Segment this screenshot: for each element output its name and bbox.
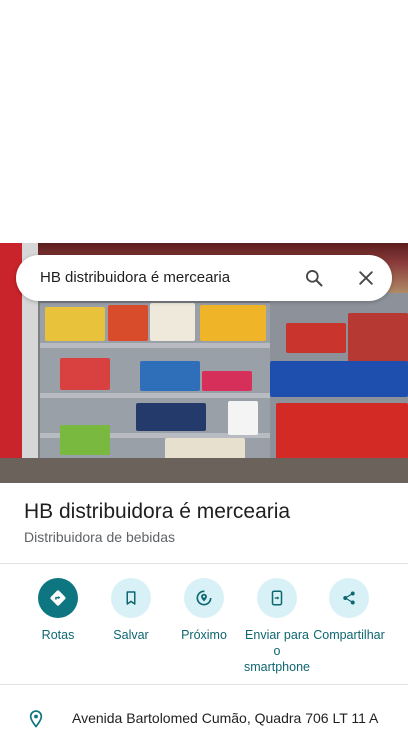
place-category[interactable]: Distribuidora de bebidas [24,529,175,545]
photo-product [60,358,110,390]
photo-product [348,313,408,363]
nearby-icon [184,578,224,618]
location-pin-icon [26,709,46,729]
photo-product [150,303,195,341]
photo-product [202,371,252,391]
divider [0,563,408,564]
photo-shelf-board [40,393,270,398]
nearby-button[interactable]: Próximo [167,578,241,643]
search-icon[interactable] [304,268,324,288]
photo-product [140,361,200,391]
photo-floor [0,458,408,483]
send-to-phone-label: Enviar para o smartphone [243,628,310,674]
photo-product [270,361,408,397]
photo-product [200,305,266,341]
map-blank-area [0,0,408,243]
save-button[interactable]: Salvar [94,578,168,643]
photo-product [60,425,110,455]
send-to-phone-button[interactable]: Enviar para o smartphone [240,578,314,675]
search-bar[interactable]: HB distribuidora é mercearia [16,255,392,301]
address-text[interactable]: Avenida Bartolomed Cumão, Quadra 706 LT … [72,710,378,726]
save-label: Salvar [113,628,149,642]
photo-product [108,305,148,341]
share-icon [329,578,369,618]
directions-label: Rotas [41,628,75,642]
nearby-label: Próximo [181,628,227,642]
photo-shelf-board [40,343,270,348]
search-input[interactable]: HB distribuidora é mercearia [40,255,230,301]
bookmark-icon [111,578,151,618]
photo-product [165,438,245,460]
directions-icon [38,578,78,618]
share-button[interactable]: Compartilhar [312,578,386,643]
directions-button[interactable]: Rotas [21,578,95,643]
place-title: HB distribuidora é mercearia [24,500,291,523]
photo-product [286,323,346,353]
photo-product [228,401,258,435]
close-icon[interactable] [356,268,376,288]
divider [0,684,408,685]
photo-product [136,403,206,431]
share-label: Compartilhar [313,628,385,642]
send-to-phone-icon [257,578,297,618]
photo-product [45,307,105,341]
